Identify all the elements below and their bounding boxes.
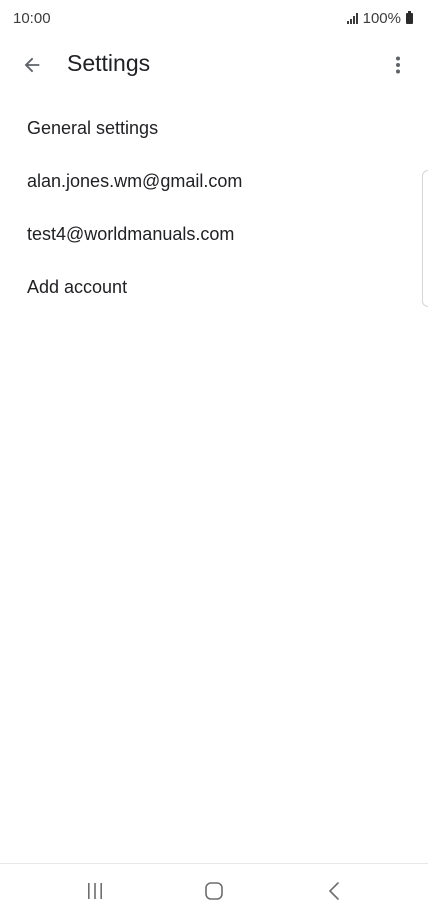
add-account-item[interactable]: Add account xyxy=(0,261,428,314)
account-item-worldmanuals[interactable]: test4@worldmanuals.com xyxy=(0,208,428,261)
status-bar: 10:00 100% xyxy=(0,0,428,36)
back-icon xyxy=(329,882,339,900)
app-bar: Settings xyxy=(0,36,428,94)
account-item-gmail[interactable]: alan.jones.wm@gmail.com xyxy=(0,155,428,208)
nav-back-button[interactable] xyxy=(313,874,357,908)
general-settings-item[interactable]: General settings xyxy=(0,102,428,155)
signal-icon xyxy=(346,13,358,24)
back-button[interactable] xyxy=(12,43,52,87)
recents-icon xyxy=(88,883,102,899)
page-title: Settings xyxy=(67,50,151,76)
arrow-back-icon xyxy=(24,57,40,73)
recents-button[interactable] xyxy=(73,874,117,908)
home-icon xyxy=(205,882,223,900)
status-time: 10:00 xyxy=(13,10,51,27)
home-button[interactable] xyxy=(192,874,236,908)
more-options-button[interactable] xyxy=(380,43,416,87)
edge-panel-handle[interactable] xyxy=(422,170,428,307)
settings-list: General settings alan.jones.wm@gmail.com… xyxy=(0,102,428,314)
battery-icon xyxy=(406,11,413,24)
battery-percentage: 100% xyxy=(362,10,401,27)
status-indicators: 100% xyxy=(346,10,413,27)
more-vert-icon xyxy=(396,56,400,74)
navigation-bar xyxy=(0,863,428,917)
